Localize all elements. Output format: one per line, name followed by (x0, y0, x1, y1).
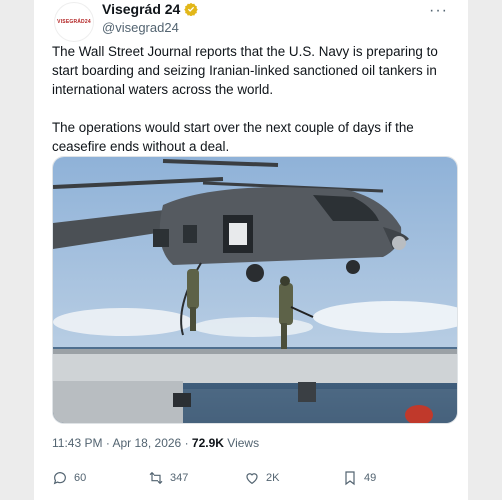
repost-count: 347 (170, 472, 189, 484)
bookmark-count: 49 (364, 472, 377, 484)
post-meta: 11:43 PM · Apr 18, 2026 · 72.9K Views (52, 436, 259, 450)
bookmark-icon (345, 471, 355, 486)
author-name[interactable]: Visegrád 24 (102, 1, 180, 17)
bookmark-button[interactable]: 49 (342, 470, 376, 486)
post-card: VISEGRÁD24 Visegrád 24 @visegrad24 ··· T… (34, 0, 468, 500)
post-image[interactable] (52, 156, 458, 424)
post-paragraph: The Wall Street Journal reports that the… (52, 44, 438, 97)
views-label: Views (227, 436, 260, 450)
reply-count: 60 (74, 472, 87, 484)
like-button[interactable]: 2K (244, 470, 279, 486)
repost-icon (149, 471, 163, 485)
reply-icon (53, 472, 66, 485)
post-paragraph: The operations would start over the next… (52, 120, 414, 154)
author-row: Visegrád 24 (102, 1, 199, 17)
helicopter-photo (53, 157, 457, 423)
meta-separator: · (105, 436, 110, 450)
verified-badge-icon (184, 2, 199, 17)
reply-button[interactable]: 60 (52, 470, 86, 486)
views-count: 72.9K (191, 436, 224, 450)
like-count: 2K (266, 472, 280, 484)
post-date[interactable]: Apr 18, 2026 (113, 436, 182, 450)
post-time[interactable]: 11:43 PM (52, 436, 102, 450)
avatar-text: VISEGRÁD24 (57, 19, 91, 25)
more-icon[interactable]: ··· (429, 2, 448, 20)
avatar[interactable]: VISEGRÁD24 (54, 2, 94, 42)
action-bar: 60 347 2K 49 (52, 470, 452, 490)
author-handle[interactable]: @visegrad24 (102, 20, 179, 35)
like-icon (246, 473, 258, 485)
meta-separator: · (184, 436, 189, 450)
repost-button[interactable]: 347 (148, 470, 188, 486)
